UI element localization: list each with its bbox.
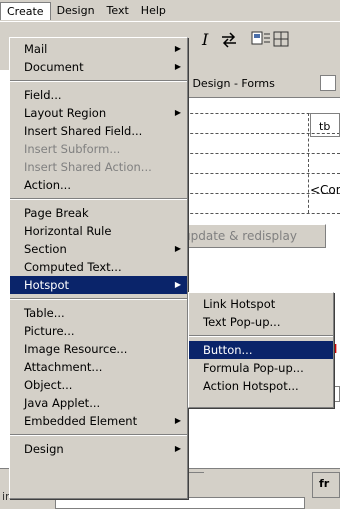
submenu-arrow-icon: ▶ — [174, 416, 181, 425]
menu-item-label: Document — [24, 60, 84, 74]
menu-item-label: Object... — [24, 378, 73, 392]
menu-item-attachment[interactable]: Attachment... — [10, 358, 187, 376]
menu-item-action[interactable]: Action... — [10, 176, 187, 194]
submenu-arrow-icon: ▶ — [174, 62, 181, 71]
submenu-arrow-icon: ▶ — [174, 244, 181, 253]
menu-item-label: Java Applet... — [24, 396, 101, 410]
menu-item-label: Link Hotspot — [203, 297, 276, 311]
italic-icon[interactable]: I — [196, 29, 218, 49]
menu-item-label: Mail — [24, 42, 48, 56]
menu-item-label: Insert Shared Field... — [24, 124, 143, 138]
submenu-arrow-icon: ▶ — [174, 280, 181, 289]
menu-item-label: Horizontal Rule — [24, 224, 112, 238]
menu-item-label: Action... — [24, 178, 71, 192]
menu-item-label: Insert Subform... — [24, 142, 121, 156]
menu-separator — [10, 434, 187, 436]
menu-item-label: Insert Shared Action... — [24, 160, 152, 174]
submenu-arrow-icon: ▶ — [174, 108, 181, 117]
menu-item-label: Field... — [24, 88, 62, 102]
vertical-dashed-line — [308, 113, 309, 213]
menu-item-insert-shared-action: Insert Shared Action... — [10, 158, 187, 176]
tab-design-forms[interactable]: - Design - Forms — [185, 77, 275, 90]
layout-icon[interactable] — [272, 29, 294, 49]
menu-item-insert-shared-field[interactable]: Insert Shared Field... — [10, 122, 187, 140]
menu-item-design[interactable]: Design ▶ — [10, 440, 187, 458]
menu-item-label: Image Resource... — [24, 342, 128, 356]
submenu-item-formula-popup[interactable]: Formula Pop-up... — [189, 359, 333, 377]
field-box[interactable]: tb — [310, 113, 340, 137]
menu-item-label: Button... — [203, 343, 253, 357]
submenu-item-link-hotspot[interactable]: Link Hotspot — [189, 295, 333, 313]
tab-icon[interactable] — [320, 75, 336, 91]
menu-design[interactable]: Design — [51, 2, 101, 20]
menu-text[interactable]: Text — [101, 2, 135, 20]
menu-item-document[interactable]: Document ▶ — [10, 58, 187, 76]
create-menu: Mail ▶ Document ▶ Field... Layout Region… — [9, 37, 188, 499]
menu-separator — [10, 198, 187, 200]
menu-item-label: Section — [24, 242, 67, 256]
menu-create[interactable]: Create — [0, 1, 51, 20]
dashed-line — [175, 213, 340, 214]
submenu-item-text-popup[interactable]: Text Pop-up... — [189, 313, 333, 331]
menu-item-label: Text Pop-up... — [203, 315, 281, 329]
menu-separator — [10, 80, 187, 82]
submenu-item-action-hotspot[interactable]: Action Hotspot... — [189, 377, 333, 395]
menu-item-table[interactable]: Table... — [10, 304, 187, 322]
update-redisplay-button[interactable]: update & redisplay — [178, 224, 326, 248]
menubar: Create Design Text Help — [0, 0, 340, 22]
menu-item-field[interactable]: Field... — [10, 86, 187, 104]
menu-separator — [10, 298, 187, 300]
refresh-icon[interactable] — [218, 29, 240, 49]
menu-item-horizontal-rule[interactable]: Horizontal Rule — [10, 222, 187, 240]
menu-item-label: Picture... — [24, 324, 75, 338]
submenu-item-button[interactable]: Button... — [189, 341, 333, 359]
svg-text:I: I — [201, 30, 209, 49]
menu-separator — [189, 335, 333, 337]
menu-item-hotspot[interactable]: Hotspot ▶ — [10, 276, 187, 294]
menu-item-label: Layout Region — [24, 106, 107, 120]
menu-item-label: Formula Pop-up... — [203, 361, 304, 375]
hotspot-submenu: Link Hotspot Text Pop-up... Button... Fo… — [188, 292, 334, 408]
computed-text: <Con — [310, 183, 340, 197]
menu-item-label: Table... — [24, 306, 65, 320]
dashed-line — [175, 153, 340, 154]
dashed-line — [175, 173, 340, 174]
grid-icon[interactable] — [250, 29, 272, 49]
tab-strip: - Design - Forms — [175, 70, 340, 98]
menu-item-label: Hotspot — [24, 278, 70, 292]
menu-item-label: Design — [24, 442, 64, 456]
menu-item-label: Embedded Element — [24, 414, 138, 428]
menu-item-label: Page Break — [24, 206, 89, 220]
menu-item-computed-text[interactable]: Computed Text... — [10, 258, 187, 276]
menu-item-insert-subform: Insert Subform... — [10, 140, 187, 158]
menu-item-label: Attachment... — [24, 360, 103, 374]
menu-item-object[interactable]: Object... — [10, 376, 187, 394]
menu-item-embedded-element[interactable]: Embedded Element ▶ — [10, 412, 187, 430]
menu-item-page-break[interactable]: Page Break — [10, 204, 187, 222]
menu-item-layout-region[interactable]: Layout Region ▶ — [10, 104, 187, 122]
field-box-text: tb — [319, 120, 331, 133]
menu-item-image-resource[interactable]: Image Resource... — [10, 340, 187, 358]
menu-item-picture[interactable]: Picture... — [10, 322, 187, 340]
submenu-arrow-icon: ▶ — [174, 44, 181, 53]
bottom-tab-fr[interactable]: fr — [312, 472, 340, 498]
submenu-arrow-icon: ▶ — [174, 444, 181, 453]
menu-help[interactable]: Help — [135, 2, 172, 20]
menu-item-label: Computed Text... — [24, 260, 122, 274]
menu-item-java-applet[interactable]: Java Applet... — [10, 394, 187, 412]
menu-item-label: Action Hotspot... — [203, 379, 299, 393]
menu-item-mail[interactable]: Mail ▶ — [10, 40, 187, 58]
menu-item-section[interactable]: Section ▶ — [10, 240, 187, 258]
